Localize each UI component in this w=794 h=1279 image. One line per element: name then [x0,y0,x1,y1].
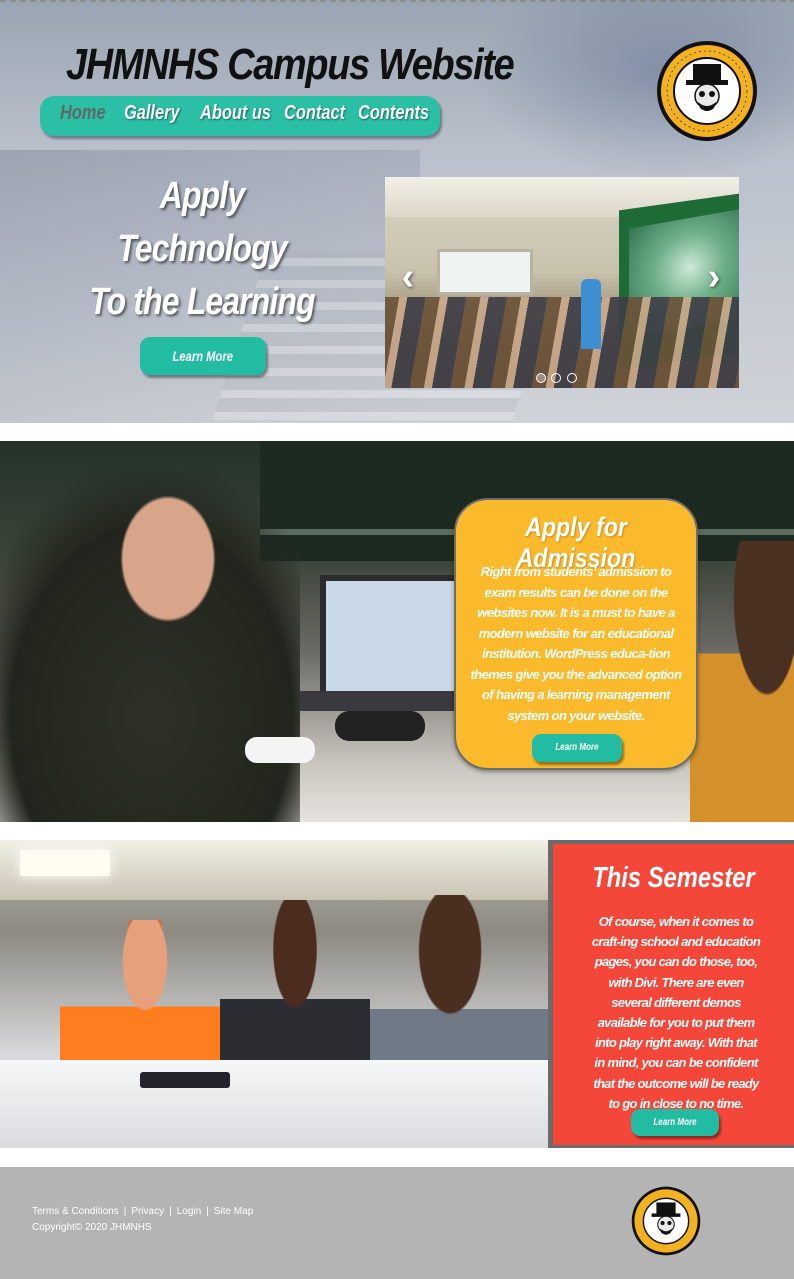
nav-about-us[interactable]: About us [200,102,271,125]
slide-teacher [581,279,601,349]
photo-laptop-screen [320,575,472,697]
slider-dots [536,370,592,383]
image-slider[interactable]: ‹ › [385,177,739,388]
footer-link-privacy[interactable]: Privacy [131,1206,164,1217]
footer-separator: | [123,1206,127,1217]
main-nav: Home Gallery About us Contact Contents [40,96,440,136]
footer: Terms & Conditions | Privacy | Login | Site Ma… [0,1167,794,1279]
photo-ceiling-light [20,850,110,876]
nav-contents[interactable]: Contents [358,102,429,125]
semester-card: This Semester Of course, when it comes t… [548,840,794,1148]
hero-heading-line: Apply Technology [117,175,287,270]
button-label: Learn More [653,1117,697,1128]
hero-section: JHMNHS Campus Website Home Gallery About… [0,0,794,423]
school-seal-icon [631,1186,701,1256]
photo-controller [245,737,315,763]
photo-student [0,471,300,822]
admission-text: Right from students’ admission to exam r… [470,564,682,723]
footer-links: Terms & Conditions | Privacy | Login | Site Ma… [32,1206,253,1217]
school-seal-icon[interactable] [656,40,758,142]
nav-home[interactable]: Home [60,102,106,125]
photo-robot [335,711,425,741]
hero-learn-more-button[interactable]: Learn More [140,337,266,375]
slider-dot[interactable] [566,373,577,383]
chevron-right-icon[interactable]: › [699,257,729,297]
admission-learn-more-button[interactable]: Learn More [532,734,622,762]
button-label: Learn More [555,742,599,753]
nav-gallery[interactable]: Gallery [124,102,180,125]
button-label: Learn More [172,348,234,364]
footer-separator: | [206,1206,209,1217]
photo-second-student [690,541,794,822]
photo-laptop-base [300,691,470,711]
photo-table [0,1060,548,1148]
photo-phone [140,1072,230,1088]
semester-learn-more-button[interactable]: Learn More [631,1109,719,1136]
footer-link-login[interactable]: Login [177,1206,201,1217]
slide-classroom-window [437,249,533,295]
semester-text: Of course, when it comes to craft-ing sc… [591,914,761,1111]
slider-dot[interactable] [551,373,562,383]
semester-title: This Semester [592,862,755,894]
semester-card-inner: This Semester Of course, when it comes t… [553,844,794,1145]
hero-heading-line: To the Learning [89,281,315,323]
admission-card: Apply for Admission Right from students’… [454,498,698,770]
site-title: JHMNHS Campus Website [66,40,515,89]
footer-copyright: Copyright© 2020 JHMNHS [32,1222,152,1233]
footer-separator: | [169,1206,172,1217]
footer-link-site-map[interactable]: Site Map [214,1206,253,1217]
slider-dot[interactable] [536,373,546,383]
nav-contact[interactable]: Contact [284,102,345,125]
footer-link-terms[interactable]: Terms & Conditions [32,1206,119,1217]
semester-photo [0,840,548,1148]
chevron-left-icon[interactable]: ‹ [393,257,423,297]
